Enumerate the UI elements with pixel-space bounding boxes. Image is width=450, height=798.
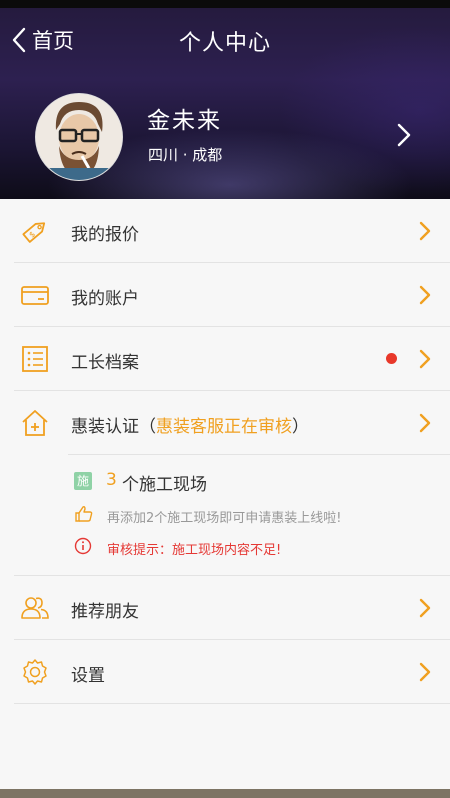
friends-icon [21, 597, 49, 619]
certification-label-suffix: ） [292, 417, 309, 437]
thumbs-up-icon [75, 506, 93, 522]
chevron-right-icon [419, 662, 431, 682]
certification-label-prefix: 惠装认证（ [71, 417, 156, 437]
bottom-bar [0, 789, 450, 798]
menu-item-account-label: 我的账户 [71, 289, 139, 309]
profile-header: 首页 个人中心 金未来 四川 · 成都 [0, 0, 450, 199]
chevron-right-icon [419, 598, 431, 618]
menu-item-quote[interactable]: $ 我的报价 [14, 199, 450, 263]
chevron-right-icon [419, 221, 431, 241]
profile-name: 金未来 [147, 108, 222, 134]
menu-item-account[interactable]: 我的账户 [14, 263, 450, 327]
svg-text:$: $ [27, 230, 37, 240]
chevron-right-icon [419, 349, 431, 369]
avatar[interactable] [35, 93, 123, 181]
price-tag-icon: $ [22, 222, 46, 243]
menu-item-recommend-label: 推荐朋友 [71, 602, 139, 622]
divider [68, 454, 450, 455]
menu-item-certification-label: 惠装认证（惠装客服正在审核） [71, 412, 309, 437]
site-text: 个施工现场 [122, 475, 207, 495]
profile-location: 四川 · 成都 [148, 146, 223, 164]
site-badge: 施 [74, 472, 92, 490]
menu-item-settings[interactable]: 设置 [14, 640, 450, 704]
avatar-portrait-icon [36, 94, 122, 180]
chevron-right-icon [419, 285, 431, 305]
certification-status: 惠装客服正在审核 [156, 417, 292, 437]
status-bar [0, 0, 450, 8]
menu-item-certification[interactable]: 惠装认证（惠装客服正在审核） [14, 391, 450, 454]
gear-icon [23, 659, 47, 685]
chevron-right-icon[interactable] [396, 122, 412, 148]
warning-text: 审核提示：施工现场内容不足! [107, 543, 282, 558]
chevron-right-icon [419, 413, 431, 433]
page-title: 个人中心 [178, 31, 271, 56]
notification-dot [386, 353, 397, 364]
menu-item-foreman-profile[interactable]: 工长档案 [14, 327, 450, 391]
info-icon [74, 537, 92, 555]
tip-text: 再添加2个施工现场即可申请惠装上线啦! [107, 511, 342, 526]
menu-item-recommend-friends[interactable]: 推荐朋友 [14, 576, 450, 640]
card-icon [21, 286, 49, 305]
menu-item-quote-label: 我的报价 [71, 225, 139, 245]
certification-details: 施 3 个施工现场 再添加2个施工现场即可申请惠装上线啦! 审核提示：施工现场内… [14, 454, 450, 576]
menu-list: $ 我的报价 我的账户 工长档案 惠装认证（惠装客服正在审核） 施 3 个施工现… [0, 199, 450, 704]
house-plus-icon [22, 410, 48, 436]
menu-item-settings-label: 设置 [71, 666, 105, 686]
menu-item-foreman-label: 工长档案 [71, 353, 139, 373]
site-count: 3 [106, 470, 117, 490]
list-icon [22, 346, 48, 372]
